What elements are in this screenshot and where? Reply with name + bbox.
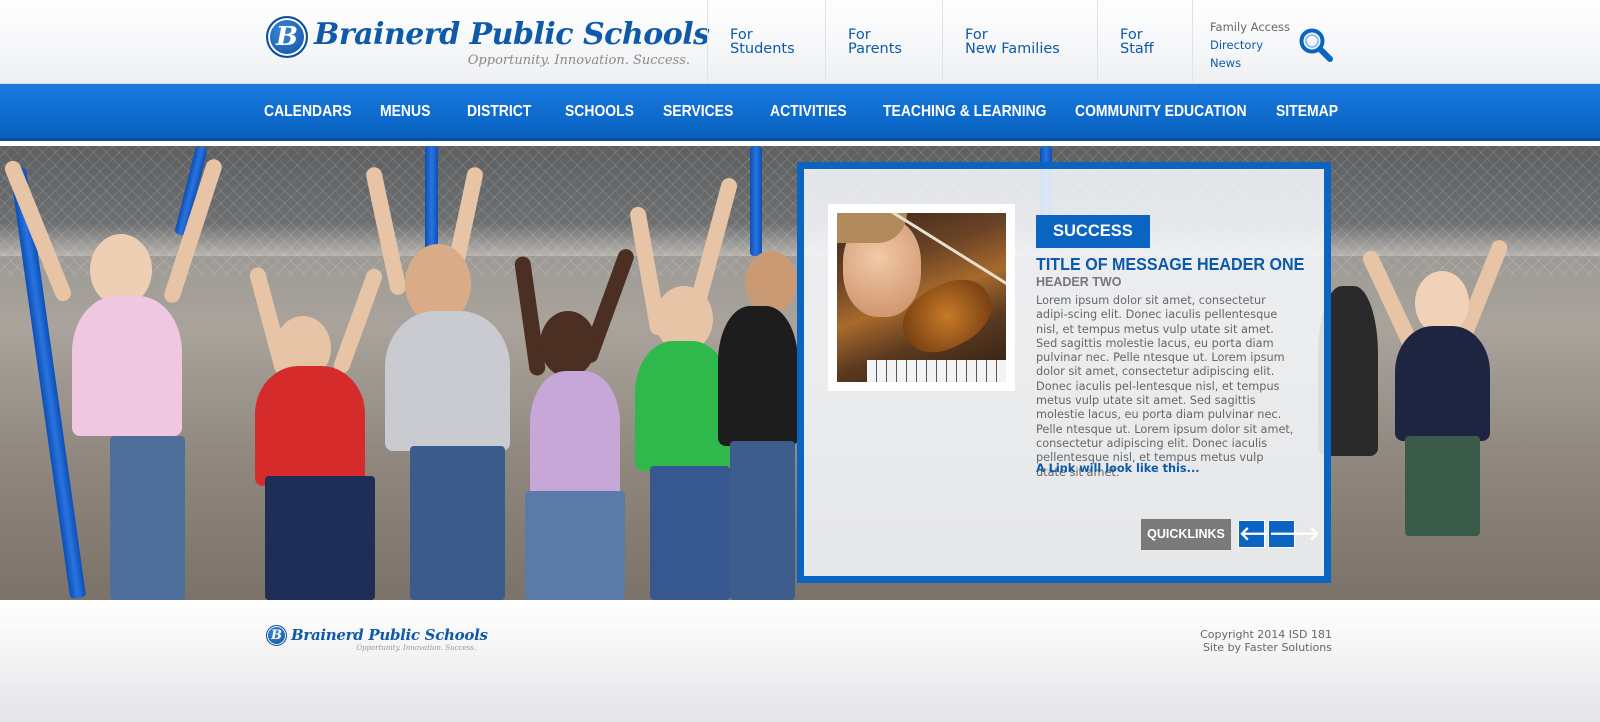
- quicklinks-button[interactable]: QUICKLINKS: [1141, 519, 1231, 550]
- footer-logo-badge-icon: B: [266, 625, 287, 646]
- feature-subtitle: HEADER TWO: [1036, 275, 1122, 289]
- footer-site-tagline: Opportunity. Innovation. Success.: [356, 644, 476, 652]
- child-shirt: [530, 371, 620, 501]
- arrow-left-icon[interactable]: 🡐: [1238, 520, 1290, 548]
- audience-link-staff[interactable]: For Staff: [1097, 0, 1192, 82]
- nav-item-teaching-learning[interactable]: TEACHING & LEARNING: [883, 103, 1047, 121]
- child-shirt: [718, 306, 798, 446]
- playground-pole: [750, 146, 762, 256]
- site-tagline: Opportunity. Innovation. Success.: [467, 53, 690, 68]
- audience-link-line2: Parents: [848, 41, 902, 57]
- footer-logo-badge-letter: B: [271, 628, 282, 643]
- child-shirt: [635, 341, 730, 471]
- child-legs: [650, 466, 730, 600]
- child-legs: [110, 436, 185, 600]
- site-name: Brainerd Public Schools: [314, 17, 710, 52]
- nav-item-menus[interactable]: MENUS: [380, 103, 430, 121]
- nav-item-services[interactable]: SERVICES: [663, 103, 733, 121]
- arrow-right-icon[interactable]: 🡒: [1268, 520, 1320, 548]
- main-nav: CALENDARS MENUS DISTRICT SCHOOLS SERVICE…: [0, 84, 1600, 141]
- site-footer: B Brainerd Public Schools Opportunity. I…: [0, 600, 1600, 722]
- child-legs: [525, 491, 625, 600]
- hero-banner: SUCCESS TITLE OF MESSAGE HEADER ONE HEAD…: [0, 146, 1600, 600]
- search-icon[interactable]: [1298, 27, 1334, 63]
- feature-panel: SUCCESS TITLE OF MESSAGE HEADER ONE HEAD…: [797, 162, 1331, 583]
- nav-item-district[interactable]: DISTRICT: [467, 103, 531, 121]
- feature-photo-violin[interactable]: [837, 213, 1006, 382]
- footer-copyright: Copyright 2014 ISD 181 Site by Faster So…: [1200, 628, 1332, 654]
- nav-item-activities[interactable]: ACTIVITIES: [770, 103, 847, 121]
- nav-item-community-education[interactable]: COMMUNITY EDUCATION: [1075, 103, 1247, 121]
- child-legs: [1405, 436, 1480, 536]
- child-shirt: [255, 366, 365, 486]
- nav-item-sitemap[interactable]: SITEMAP: [1276, 103, 1338, 121]
- playground-pole: [425, 146, 438, 256]
- photo-piano-keys: [867, 360, 1006, 382]
- child-legs: [730, 441, 795, 600]
- audience-link-new-families[interactable]: For New Families: [942, 0, 1097, 82]
- audience-link-students[interactable]: For Students: [707, 0, 825, 82]
- logo-badge-icon: B: [266, 16, 308, 58]
- child-shirt: [1395, 326, 1490, 441]
- audience-link-line2: Staff: [1120, 41, 1154, 57]
- feature-title: TITLE OF MESSAGE HEADER ONE: [1036, 254, 1305, 274]
- logo-badge-letter: B: [276, 22, 298, 52]
- audience-link-line1: For: [1120, 27, 1143, 43]
- feature-category-tag: SUCCESS: [1036, 215, 1150, 248]
- child-head: [745, 251, 797, 313]
- child-head: [540, 311, 596, 377]
- audience-link-parents[interactable]: For Parents: [825, 0, 942, 82]
- child-shirt: [72, 296, 182, 436]
- audience-link-line1: For: [965, 27, 988, 43]
- feature-body-text: Lorem ipsum dolor sit amet, consectetur …: [1036, 294, 1294, 479]
- child-shirt: [385, 311, 510, 451]
- utility-link-family-access[interactable]: Family Access: [1210, 18, 1302, 36]
- feature-read-more-link[interactable]: A Link will look like this...: [1036, 462, 1200, 475]
- feature-photo-frame: [828, 204, 1015, 391]
- site-credit-text[interactable]: Site by Faster Solutions: [1200, 641, 1332, 654]
- copyright-text: Copyright 2014 ISD 181: [1200, 628, 1332, 641]
- utility-link-news[interactable]: News: [1210, 54, 1302, 72]
- audience-link-line2: New Families: [965, 41, 1060, 57]
- child-legs: [410, 446, 505, 600]
- audience-link-line1: For: [848, 27, 871, 43]
- nav-item-schools[interactable]: SCHOOLS: [565, 103, 634, 121]
- utility-link-directory[interactable]: Directory: [1210, 36, 1302, 54]
- site-header: B Brainerd Public Schools Opportunity. I…: [0, 0, 1600, 84]
- audience-link-line1: For: [730, 27, 753, 43]
- footer-site-name: Brainerd Public Schools: [291, 626, 488, 644]
- footer-logo[interactable]: B Brainerd Public Schools Opportunity. I…: [266, 625, 488, 655]
- audience-link-line2: Students: [730, 41, 795, 57]
- utility-links: Family Access Directory News: [1192, 0, 1302, 82]
- child-arm: [331, 266, 385, 376]
- nav-item-calendars[interactable]: CALENDARS: [264, 103, 352, 121]
- child-legs: [265, 476, 375, 600]
- site-logo[interactable]: B Brainerd Public Schools Opportunity. I…: [266, 14, 710, 72]
